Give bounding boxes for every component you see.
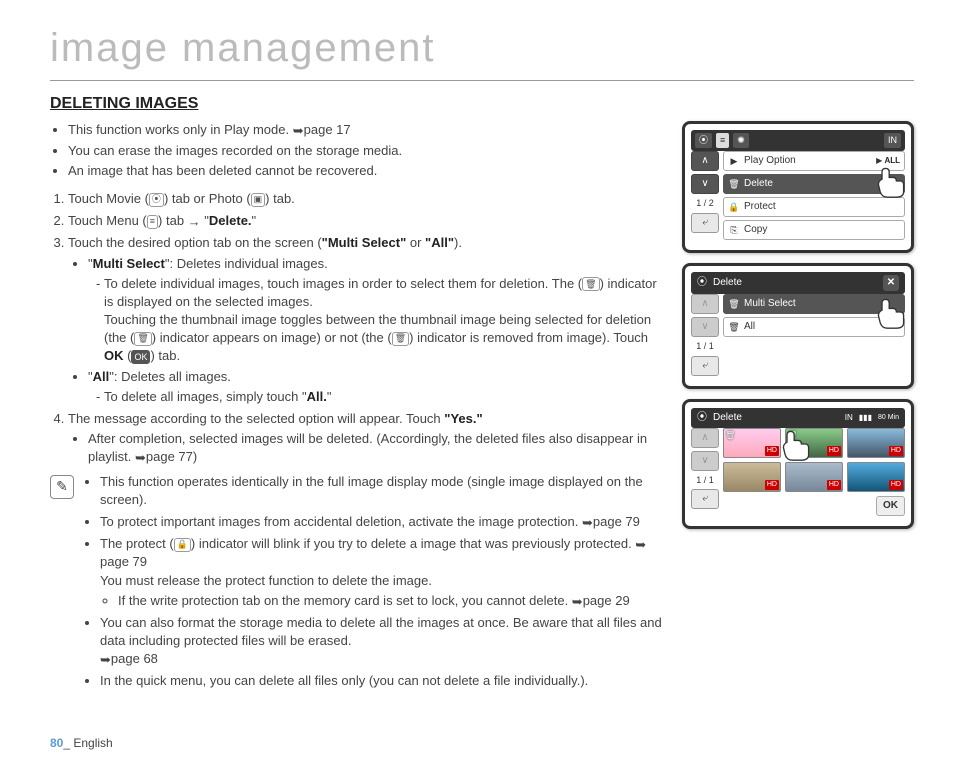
movie-tab-icon: ⦿	[697, 276, 707, 290]
step-4-detail: After completion, selected images will b…	[88, 430, 666, 466]
return-button[interactable]: ⤶	[691, 356, 719, 376]
play-icon: ▶	[728, 155, 740, 168]
down-button[interactable]: ∨	[691, 174, 719, 194]
note-item: In the quick menu, you can delete all fi…	[100, 672, 666, 690]
arrow-icon: ➥	[572, 593, 583, 611]
step-3-all-detail: To delete all images, simply touch "All.…	[104, 388, 666, 406]
up-button[interactable]: ∧	[691, 151, 719, 171]
trash-icon: 🗑	[134, 332, 151, 346]
movie-tab-icon: ⦿	[697, 411, 707, 425]
battery-icon: ▮▮▮	[859, 412, 872, 423]
intro-bullet: An image that has been deleted cannot be…	[68, 162, 666, 180]
trash-icon: 🗑	[728, 321, 740, 334]
up-button[interactable]: ∧	[691, 428, 719, 448]
trash-icon: 🗑	[392, 332, 409, 346]
storage-icon: IN	[845, 412, 853, 423]
notes-list: This function operates identically in th…	[82, 473, 666, 695]
thumbnail[interactable]: HD	[847, 462, 905, 492]
menu-item-delete[interactable]: 🗑Delete	[723, 174, 905, 194]
time-remaining: 80 Min	[878, 413, 899, 423]
device-screen-thumbnails: ⦿ Delete IN ▮▮▮ 80 Min ∧ ∨ 1 / 1 ⤶	[682, 399, 914, 529]
note-sub-item: If the write protection tab on the memor…	[118, 592, 666, 610]
trash-icon: 🗑	[787, 430, 797, 441]
settings-tab-icon[interactable]: ✺	[733, 133, 749, 148]
device-header: ⦿ Delete IN ▮▮▮ 80 Min	[691, 408, 905, 428]
menu-item-protect[interactable]: 🔒Protect	[723, 197, 905, 217]
screen-title: Delete	[713, 411, 742, 425]
ok-tab-icon: OK	[131, 350, 150, 364]
step-3-multiselect-detail: To delete individual images, touch image…	[104, 275, 666, 366]
trash-icon: 🗑	[582, 277, 599, 291]
intro-bullets: This function works only in Play mode. ➥…	[50, 121, 666, 180]
arrow-icon: →	[188, 213, 201, 231]
down-button[interactable]: ∨	[691, 451, 719, 471]
arrow-icon: ➥	[293, 122, 304, 140]
intro-bullet: You can erase the images recorded on the…	[68, 142, 666, 160]
note-icon: ✎	[50, 475, 74, 499]
movie-tab-icon[interactable]: ⦿	[695, 133, 712, 148]
screen-title: Delete	[713, 276, 742, 290]
note-item: The protect (🔒) indicator will blink if …	[100, 535, 666, 610]
arrow-icon: ➥	[135, 449, 146, 467]
trash-icon: 🗑	[728, 178, 740, 191]
photo-tab-icon: ▣	[251, 193, 266, 207]
up-button[interactable]: ∧	[691, 294, 719, 314]
screenshots-column: ⦿ ≡ ✺ IN ∧ ∨ 1 / 2 ⤶ ▶Play Option▶ ALL 🗑…	[682, 121, 914, 694]
steps-list: Touch Movie (⦿) tab or Photo (▣) tab. To…	[50, 190, 666, 467]
arrow-icon: ➥	[582, 514, 593, 532]
arrow-icon: ➥	[635, 536, 646, 554]
copy-icon: ⎘	[728, 224, 740, 237]
menu-item-all[interactable]: 🗑All	[723, 317, 905, 337]
arrow-icon: ➥	[100, 651, 111, 669]
chapter-title: image management	[50, 20, 914, 81]
thumbnail[interactable]: HD	[847, 428, 905, 458]
device-header: ⦿ Delete ✕	[691, 272, 905, 294]
trash-icon: 🗑	[728, 298, 740, 311]
note-item: This function operates identically in th…	[100, 473, 666, 509]
lock-icon: 🔒	[728, 201, 740, 214]
step-2: Touch Menu (≡) tab → "Delete."	[68, 212, 666, 230]
step-1: Touch Movie (⦿) tab or Photo (▣) tab.	[68, 190, 666, 208]
thumbnail[interactable]: 🗑HD	[723, 428, 781, 458]
page-number: 80	[50, 736, 63, 750]
intro-bullet: This function works only in Play mode. ➥…	[68, 121, 666, 139]
storage-icon: IN	[884, 133, 901, 148]
menu-item-play-option[interactable]: ▶Play Option▶ ALL	[723, 151, 905, 171]
menu-tab-icon: ≡	[147, 215, 158, 229]
page-indicator: 1 / 1	[691, 474, 719, 487]
return-button[interactable]: ⤶	[691, 489, 719, 509]
step-4: The message according to the selected op…	[68, 410, 666, 467]
lock-icon: 🔒	[174, 538, 191, 552]
note-item: To protect important images from acciden…	[100, 513, 666, 531]
device-screen-menu: ⦿ ≡ ✺ IN ∧ ∨ 1 / 2 ⤶ ▶Play Option▶ ALL 🗑…	[682, 121, 914, 253]
ok-button[interactable]: OK	[876, 496, 905, 516]
page-indicator: 1 / 1	[691, 340, 719, 353]
thumbnail[interactable]: HD	[723, 462, 781, 492]
page-indicator: 1 / 2	[691, 197, 719, 210]
step-3: Touch the desired option tab on the scre…	[68, 234, 666, 406]
device-screen-delete-options: ⦿ Delete ✕ ∧ ∨ 1 / 1 ⤶ 🗑Multi Select 🗑Al…	[682, 263, 914, 389]
menu-item-copy[interactable]: ⎘Copy	[723, 220, 905, 240]
step-3-multiselect: "Multi Select": Deletes individual image…	[88, 255, 666, 366]
movie-tab-icon: ⦿	[149, 193, 164, 207]
close-button[interactable]: ✕	[883, 275, 899, 291]
text-column: This function works only in Play mode. ➥…	[50, 121, 666, 694]
down-button[interactable]: ∨	[691, 317, 719, 337]
page-language: English	[73, 736, 112, 750]
menu-tab-icon[interactable]: ≡	[716, 133, 729, 148]
trash-icon: 🗑	[725, 430, 735, 441]
device-header: ⦿ ≡ ✺ IN	[691, 130, 905, 151]
thumbnail[interactable]: 🗑HD	[785, 428, 843, 458]
thumbnail[interactable]: HD	[785, 462, 843, 492]
step-3-all: "All": Deletes all images. To delete all…	[88, 368, 666, 406]
menu-item-multi-select[interactable]: 🗑Multi Select	[723, 294, 905, 314]
return-button[interactable]: ⤶	[691, 213, 719, 233]
section-title: DELETING IMAGES	[50, 93, 914, 115]
page-footer: 80_ English	[50, 735, 113, 752]
note-item: You can also format the storage media to…	[100, 614, 666, 669]
